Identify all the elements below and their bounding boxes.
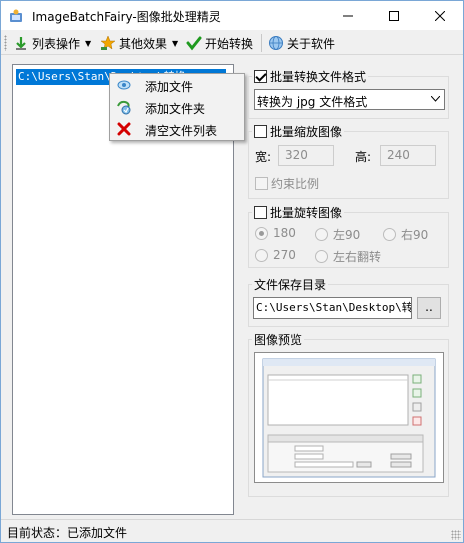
- start-convert-button[interactable]: 开始转换: [186, 33, 253, 53]
- radio-rotate-left90[interactable]: 左90: [315, 226, 360, 243]
- radio-label: 左90: [333, 228, 361, 242]
- add-folder-icon: [117, 100, 131, 115]
- browse-button[interactable]: ..: [417, 297, 441, 319]
- about-label: 关于软件: [287, 36, 336, 51]
- resize-group-title[interactable]: 批量缩放图像: [252, 123, 345, 140]
- keep-ratio-label: 约束比例: [271, 177, 320, 191]
- width-label: 宽:: [255, 150, 272, 164]
- menu-item-label: 清空文件列表: [145, 124, 218, 138]
- clear-list-icon: [117, 122, 131, 136]
- radio-rotate-right90[interactable]: 右90: [383, 226, 428, 243]
- checkmark-icon: [186, 36, 202, 51]
- chevron-down-icon: ▼: [172, 38, 179, 48]
- start-convert-label: 开始转换: [205, 36, 254, 51]
- add-file-icon: [117, 80, 131, 90]
- toolbar: 列表操作 ▼ 其他效果 ▼ 开始转换 关于软件: [1, 30, 463, 55]
- app-window: ImageBatchFairy-图像批处理精灵 列表操作 ▼ 其他效果 ▼ 开始…: [0, 0, 464, 543]
- rotate-group-label: 批量旋转图像: [270, 206, 343, 220]
- format-checkbox[interactable]: [254, 70, 267, 83]
- minimize-button[interactable]: [325, 1, 371, 30]
- resize-group-label: 批量缩放图像: [270, 125, 343, 139]
- minimize-icon: [343, 15, 353, 16]
- radio-rotate-270[interactable]: 270: [255, 248, 296, 262]
- resize-grip[interactable]: [451, 530, 461, 540]
- resize-group: 批量缩放图像 宽: 320 高: 240 约束比例: [248, 123, 449, 199]
- radio-circle: [255, 248, 268, 262]
- effects-label: 其他效果: [119, 36, 168, 51]
- about-button[interactable]: 关于软件: [268, 33, 335, 53]
- toolbar-separator: [261, 34, 262, 52]
- radio-flip-horizontal[interactable]: 左右翻转: [315, 248, 381, 265]
- menu-item-add-folder[interactable]: 添加文件夹: [110, 97, 244, 117]
- list-ops-icon: [16, 37, 26, 50]
- context-menu: 添加文件 添加文件夹 清空文件列表: [109, 73, 245, 141]
- format-select[interactable]: 转换为 jpg 文件格式: [254, 89, 445, 110]
- globe-icon: [269, 36, 283, 50]
- rotate-group-title[interactable]: 批量旋转图像: [252, 204, 345, 221]
- list-ops-label: 列表操作: [32, 36, 81, 51]
- radio-circle: [315, 250, 328, 263]
- output-group-title: 文件保存目录: [252, 276, 329, 293]
- radio-label: 右90: [401, 228, 429, 242]
- preview-thumbnail: [255, 353, 443, 482]
- rotate-group: 批量旋转图像 180 左90 右90 270 左右翻转: [248, 204, 449, 268]
- radio-label: 270: [273, 248, 296, 262]
- radio-circle: [315, 228, 328, 241]
- radio-label: 180: [273, 226, 296, 240]
- list-ops-menu-button[interactable]: 列表操作 ▼: [13, 33, 91, 53]
- menu-item-clear-list[interactable]: 清空文件列表: [110, 119, 244, 139]
- menu-item-label: 添加文件: [145, 80, 194, 94]
- output-path-input[interactable]: C:\Users\Stan\Desktop\转换: [253, 297, 412, 319]
- rotate-checkbox[interactable]: [254, 206, 267, 219]
- radio-circle: [255, 226, 268, 240]
- height-label: 高:: [355, 150, 372, 164]
- keep-ratio-box: [255, 177, 268, 190]
- title-bar[interactable]: ImageBatchFairy-图像批处理精灵: [1, 1, 463, 30]
- radio-rotate-180[interactable]: 180: [255, 226, 296, 240]
- radio-label: 左右翻转: [333, 250, 382, 264]
- close-button[interactable]: [417, 1, 463, 30]
- menu-item-label: 添加文件夹: [145, 102, 206, 116]
- effects-icon: [100, 35, 116, 50]
- output-group: 文件保存目录 C:\Users\Stan\Desktop\转换 ..: [248, 276, 449, 327]
- maximize-button[interactable]: [371, 1, 417, 30]
- format-group-label: 批量转换文件格式: [270, 70, 367, 84]
- output-group-label: 文件保存目录: [254, 278, 327, 292]
- preview-group: 图像预览: [248, 331, 449, 497]
- format-group: 批量转换文件格式 转换为 jpg 文件格式: [248, 68, 449, 119]
- format-group-title[interactable]: 批量转换文件格式: [252, 68, 369, 85]
- menu-item-add-file[interactable]: 添加文件: [110, 75, 244, 95]
- preview-group-label: 图像预览: [254, 333, 303, 347]
- chevron-down-icon: ▼: [85, 38, 92, 48]
- app-icon: [10, 9, 22, 22]
- height-input[interactable]: 240: [380, 145, 436, 166]
- maximize-icon: [389, 10, 399, 21]
- toolbar-grip[interactable]: [4, 35, 7, 51]
- close-icon: [435, 10, 445, 21]
- preview-image: [254, 352, 444, 483]
- format-select-value: 转换为 jpg 文件格式: [257, 95, 368, 109]
- chevron-down-icon: [431, 96, 440, 102]
- width-input[interactable]: 320: [278, 145, 334, 166]
- status-text: 目前状态：已添加文件: [7, 526, 128, 540]
- resize-checkbox[interactable]: [254, 125, 267, 138]
- status-bar: 目前状态：已添加文件: [1, 519, 463, 542]
- window-title: ImageBatchFairy-图像批处理精灵: [32, 10, 221, 24]
- preview-group-title: 图像预览: [252, 331, 305, 348]
- effects-menu-button[interactable]: 其他效果 ▼: [100, 33, 178, 53]
- radio-circle: [383, 228, 396, 241]
- keep-ratio-checkbox[interactable]: 约束比例: [255, 175, 319, 192]
